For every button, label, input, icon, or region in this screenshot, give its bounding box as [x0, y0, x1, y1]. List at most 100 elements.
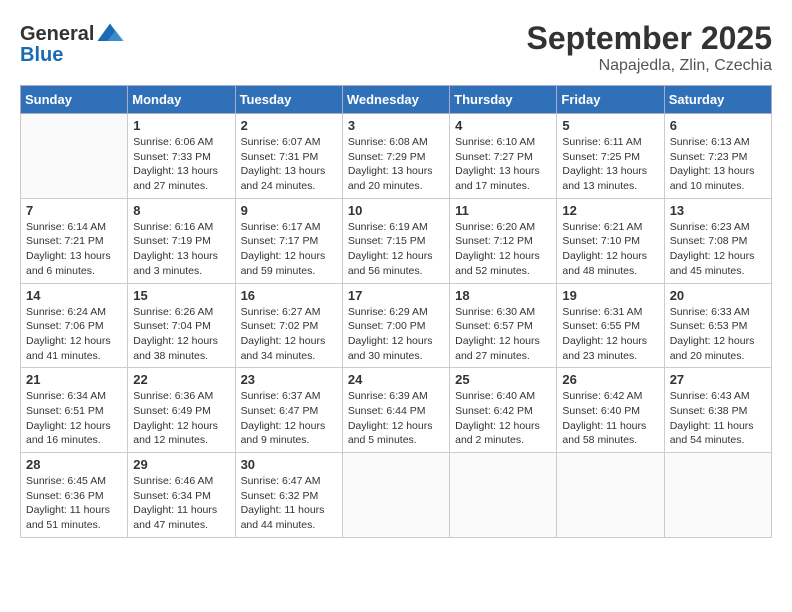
calendar-cell: 4 Sunrise: 6:10 AM Sunset: 7:27 PM Daylig… [450, 114, 557, 199]
day-number: 15 [133, 288, 229, 303]
calendar-cell [450, 453, 557, 538]
calendar-header-row: SundayMondayTuesdayWednesdayThursdayFrid… [21, 86, 772, 114]
day-number: 23 [241, 372, 337, 387]
day-info: Sunrise: 6:21 AM Sunset: 7:10 PM Dayligh… [562, 220, 658, 279]
calendar-cell: 25 Sunrise: 6:40 AM Sunset: 6:42 PM Dayli… [450, 368, 557, 453]
calendar-cell: 21 Sunrise: 6:34 AM Sunset: 6:51 PM Dayli… [21, 368, 128, 453]
calendar-cell: 18 Sunrise: 6:30 AM Sunset: 6:57 PM Dayli… [450, 283, 557, 368]
calendar-cell: 30Sunrise: 6:47 AM Sunset: 6:32 PM Dayli… [235, 453, 342, 538]
day-info: Sunrise: 6:37 AM Sunset: 6:47 PM Dayligh… [241, 389, 337, 448]
calendar-week-row: 28Sunrise: 6:45 AM Sunset: 6:36 PM Dayli… [21, 453, 772, 538]
calendar-cell: 14Sunrise: 6:24 AM Sunset: 7:06 PM Dayli… [21, 283, 128, 368]
day-info: Sunrise: 6:30 AM Sunset: 6:57 PM Dayligh… [455, 305, 551, 364]
day-info: Sunrise: 6:13 AM Sunset: 7:23 PM Dayligh… [670, 135, 766, 194]
day-info: Sunrise: 6:42 AM Sunset: 6:40 PM Dayligh… [562, 389, 658, 448]
day-info: Sunrise: 6:23 AM Sunset: 7:08 PM Dayligh… [670, 220, 766, 279]
weekday-header: Thursday [450, 86, 557, 114]
calendar-cell: 5 Sunrise: 6:11 AM Sunset: 7:25 PM Daylig… [557, 114, 664, 199]
day-info: Sunrise: 6:43 AM Sunset: 6:38 PM Dayligh… [670, 389, 766, 448]
day-number: 20 [670, 288, 766, 303]
calendar-cell: 20 Sunrise: 6:33 AM Sunset: 6:53 PM Dayli… [664, 283, 771, 368]
day-info: Sunrise: 6:08 AM Sunset: 7:29 PM Dayligh… [348, 135, 444, 194]
calendar-cell: 29 Sunrise: 6:46 AM Sunset: 6:34 PM Dayli… [128, 453, 235, 538]
calendar-cell: 24 Sunrise: 6:39 AM Sunset: 6:44 PM Dayli… [342, 368, 449, 453]
calendar-cell: 8 Sunrise: 6:16 AM Sunset: 7:19 PM Daylig… [128, 198, 235, 283]
calendar-cell [21, 114, 128, 199]
day-info: Sunrise: 6:24 AM Sunset: 7:06 PM Dayligh… [26, 305, 122, 364]
weekday-header: Monday [128, 86, 235, 114]
day-number: 18 [455, 288, 551, 303]
calendar-week-row: 21 Sunrise: 6:34 AM Sunset: 6:51 PM Dayli… [21, 368, 772, 453]
day-number: 5 [562, 118, 658, 133]
calendar-table: SundayMondayTuesdayWednesdayThursdayFrid… [20, 85, 772, 538]
day-info: Sunrise: 6:11 AM Sunset: 7:25 PM Dayligh… [562, 135, 658, 194]
day-number: 8 [133, 203, 229, 218]
day-number: 16 [241, 288, 337, 303]
day-info: Sunrise: 6:39 AM Sunset: 6:44 PM Dayligh… [348, 389, 444, 448]
page-header: General Blue September 2025 Napajedla, Z… [20, 20, 772, 75]
calendar-cell: 12 Sunrise: 6:21 AM Sunset: 7:10 PM Dayli… [557, 198, 664, 283]
day-number: 13 [670, 203, 766, 218]
day-number: 22 [133, 372, 229, 387]
calendar-cell: 13 Sunrise: 6:23 AM Sunset: 7:08 PM Dayli… [664, 198, 771, 283]
day-number: 26 [562, 372, 658, 387]
calendar-cell: 2 Sunrise: 6:07 AM Sunset: 7:31 PM Daylig… [235, 114, 342, 199]
day-number: 25 [455, 372, 551, 387]
day-number: 17 [348, 288, 444, 303]
weekday-header: Tuesday [235, 86, 342, 114]
day-number: 24 [348, 372, 444, 387]
day-info: Sunrise: 6:14 AM Sunset: 7:21 PM Dayligh… [26, 220, 122, 279]
day-number: 9 [241, 203, 337, 218]
day-number: 21 [26, 372, 122, 387]
day-info: Sunrise: 6:40 AM Sunset: 6:42 PM Dayligh… [455, 389, 551, 448]
day-info: Sunrise: 6:06 AM Sunset: 7:33 PM Dayligh… [133, 135, 229, 194]
day-info: Sunrise: 6:36 AM Sunset: 6:49 PM Dayligh… [133, 389, 229, 448]
day-info: Sunrise: 6:20 AM Sunset: 7:12 PM Dayligh… [455, 220, 551, 279]
title-block: September 2025 Napajedla, Zlin, Czechia [527, 20, 772, 75]
calendar-cell: 11 Sunrise: 6:20 AM Sunset: 7:12 PM Dayli… [450, 198, 557, 283]
day-number: 11 [455, 203, 551, 218]
day-info: Sunrise: 6:27 AM Sunset: 7:02 PM Dayligh… [241, 305, 337, 364]
calendar-cell: 27 Sunrise: 6:43 AM Sunset: 6:38 PM Dayli… [664, 368, 771, 453]
day-info: Sunrise: 6:45 AM Sunset: 6:36 PM Dayligh… [26, 474, 122, 533]
calendar-week-row: 7 Sunrise: 6:14 AM Sunset: 7:21 PM Daylig… [21, 198, 772, 283]
day-number: 29 [133, 457, 229, 472]
day-number: 2 [241, 118, 337, 133]
page-title: September 2025 [527, 20, 772, 57]
calendar-cell: 26 Sunrise: 6:42 AM Sunset: 6:40 PM Dayli… [557, 368, 664, 453]
calendar-cell: 15 Sunrise: 6:26 AM Sunset: 7:04 PM Dayli… [128, 283, 235, 368]
day-number: 12 [562, 203, 658, 218]
day-info: Sunrise: 6:33 AM Sunset: 6:53 PM Dayligh… [670, 305, 766, 364]
calendar-cell: 1 Sunrise: 6:06 AM Sunset: 7:33 PM Daylig… [128, 114, 235, 199]
day-number: 10 [348, 203, 444, 218]
weekday-header: Friday [557, 86, 664, 114]
day-info: Sunrise: 6:17 AM Sunset: 7:17 PM Dayligh… [241, 220, 337, 279]
day-number: 27 [670, 372, 766, 387]
calendar-week-row: 1 Sunrise: 6:06 AM Sunset: 7:33 PM Daylig… [21, 114, 772, 199]
day-info: Sunrise: 6:31 AM Sunset: 6:55 PM Dayligh… [562, 305, 658, 364]
day-info: Sunrise: 6:29 AM Sunset: 7:00 PM Dayligh… [348, 305, 444, 364]
day-number: 1 [133, 118, 229, 133]
day-info: Sunrise: 6:34 AM Sunset: 6:51 PM Dayligh… [26, 389, 122, 448]
logo-general: General [20, 23, 94, 46]
day-info: Sunrise: 6:10 AM Sunset: 7:27 PM Dayligh… [455, 135, 551, 194]
day-number: 19 [562, 288, 658, 303]
logo-icon [96, 20, 124, 48]
calendar-cell: 23 Sunrise: 6:37 AM Sunset: 6:47 PM Dayli… [235, 368, 342, 453]
day-number: 7 [26, 203, 122, 218]
day-info: Sunrise: 6:26 AM Sunset: 7:04 PM Dayligh… [133, 305, 229, 364]
day-number: 30 [241, 457, 337, 472]
calendar-cell: 28Sunrise: 6:45 AM Sunset: 6:36 PM Dayli… [21, 453, 128, 538]
day-info: Sunrise: 6:46 AM Sunset: 6:34 PM Dayligh… [133, 474, 229, 533]
page-subtitle: Napajedla, Zlin, Czechia [527, 57, 772, 75]
logo: General Blue [20, 20, 124, 67]
day-number: 3 [348, 118, 444, 133]
day-info: Sunrise: 6:16 AM Sunset: 7:19 PM Dayligh… [133, 220, 229, 279]
day-info: Sunrise: 6:07 AM Sunset: 7:31 PM Dayligh… [241, 135, 337, 194]
calendar-cell: 17 Sunrise: 6:29 AM Sunset: 7:00 PM Dayli… [342, 283, 449, 368]
calendar-cell: 19 Sunrise: 6:31 AM Sunset: 6:55 PM Dayli… [557, 283, 664, 368]
day-number: 4 [455, 118, 551, 133]
calendar-cell [664, 453, 771, 538]
calendar-cell: 7 Sunrise: 6:14 AM Sunset: 7:21 PM Daylig… [21, 198, 128, 283]
day-number: 6 [670, 118, 766, 133]
